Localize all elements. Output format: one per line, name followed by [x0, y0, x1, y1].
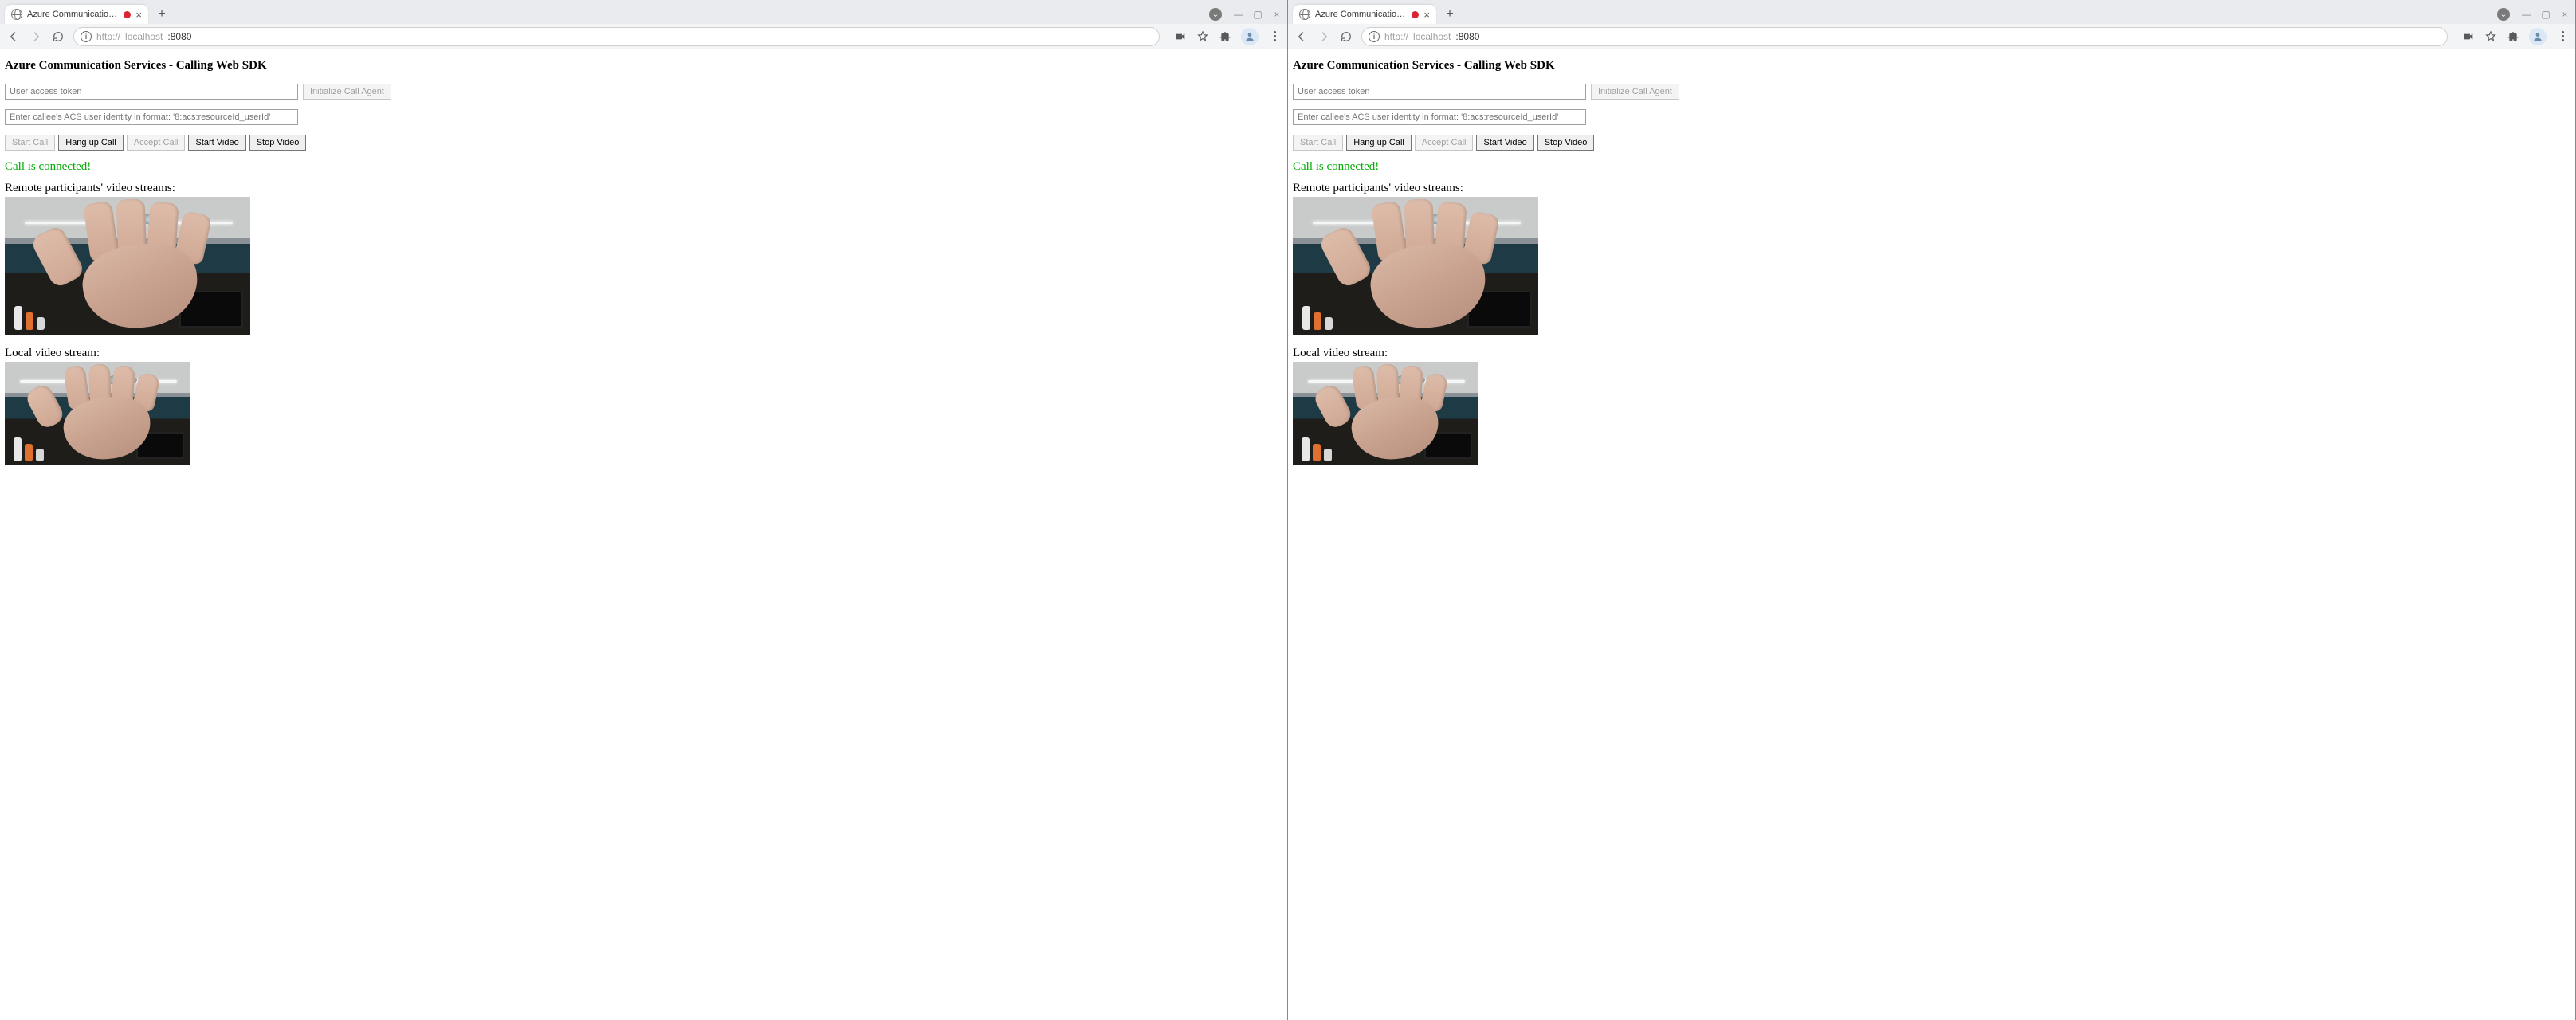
browser-window-left: Azure Communication Servic × + ⌄ — ▢ × i: [0, 0, 1288, 1020]
tab-title: Azure Communication Servic: [27, 10, 119, 19]
forward-button[interactable]: [1317, 29, 1331, 44]
page-title: Azure Communication Services - Calling W…: [5, 59, 1282, 73]
tab-strip: Azure Communication Servic × +: [0, 5, 1204, 24]
call-status-text: Call is connected!: [1293, 160, 2570, 174]
user-access-token-input[interactable]: [1293, 84, 1586, 100]
url-host: localhost: [1413, 31, 1451, 42]
browser-toolbar: i http:// localhost :8080: [1288, 24, 2575, 49]
browser-tab[interactable]: Azure Communication Servic ×: [1293, 5, 1436, 24]
hang-up-call-button[interactable]: Hang up Call: [58, 135, 124, 151]
call-button-row: Start Call Hang up Call Accept Call Star…: [5, 135, 1282, 151]
callee-row: [1293, 109, 2570, 125]
tab-search-icon[interactable]: ⌄: [2497, 8, 2510, 21]
remote-streams-label: Remote participants' video streams:: [1293, 182, 2570, 195]
profile-icon[interactable]: [1241, 28, 1259, 45]
back-button[interactable]: [6, 29, 21, 44]
title-bar-right: ⌄ — ▢ ×: [2492, 5, 2575, 24]
stop-video-button[interactable]: Stop Video: [249, 135, 307, 151]
callee-row: [5, 109, 1282, 125]
call-status-text: Call is connected!: [5, 160, 1282, 174]
page-title: Azure Communication Services - Calling W…: [1293, 59, 2570, 73]
recording-indicator-icon: [124, 11, 131, 18]
site-info-icon[interactable]: i: [1368, 31, 1380, 42]
bookmark-star-icon[interactable]: [1196, 30, 1209, 43]
url-protocol: http://: [96, 31, 120, 42]
tab-strip: Azure Communication Servic × +: [1288, 5, 2492, 24]
callee-identity-input[interactable]: [1293, 109, 1586, 125]
extensions-icon[interactable]: [1219, 30, 1231, 43]
window-maximize-icon[interactable]: ▢: [1252, 9, 1263, 20]
globe-icon: [11, 9, 22, 20]
url-port: :8080: [167, 31, 191, 42]
accept-call-button[interactable]: Accept Call: [1415, 135, 1474, 151]
menu-icon[interactable]: [1268, 30, 1281, 43]
page-content: Azure Communication Services - Calling W…: [0, 49, 1287, 1020]
address-bar[interactable]: i http:// localhost :8080: [73, 27, 1160, 46]
tab-title: Azure Communication Servic: [1315, 10, 1407, 19]
local-stream-label: Local video stream:: [5, 347, 1282, 360]
browser-toolbar: i http:// localhost :8080: [0, 24, 1287, 49]
tab-search-icon[interactable]: ⌄: [1209, 8, 1222, 21]
window-close-icon[interactable]: ×: [2559, 9, 2570, 20]
url-host: localhost: [125, 31, 163, 42]
tab-close-icon[interactable]: ×: [1423, 10, 1430, 20]
stop-video-button[interactable]: Stop Video: [1537, 135, 1595, 151]
reload-button[interactable]: [51, 29, 65, 44]
local-stream-label: Local video stream:: [1293, 347, 2570, 360]
remote-streams-label: Remote participants' video streams:: [5, 182, 1282, 195]
title-bar: Azure Communication Servic × + ⌄ — ▢ ×: [1288, 0, 2575, 24]
toolbar-right: [1168, 28, 1281, 45]
token-row: Initialize Call Agent: [5, 84, 1282, 100]
remote-video-stream: [1293, 197, 1538, 335]
back-button[interactable]: [1294, 29, 1309, 44]
start-video-button[interactable]: Start Video: [188, 135, 245, 151]
title-bar-right: ⌄ — ▢ ×: [1204, 5, 1287, 24]
local-video-stream: [1293, 362, 1478, 465]
start-call-button[interactable]: Start Call: [1293, 135, 1343, 151]
window-minimize-icon[interactable]: —: [2521, 9, 2532, 20]
url-port: :8080: [1455, 31, 1479, 42]
browser-window-right: Azure Communication Servic × + ⌄ — ▢ × i: [1288, 0, 2576, 1020]
start-video-button[interactable]: Start Video: [1476, 135, 1533, 151]
address-bar[interactable]: i http:// localhost :8080: [1361, 27, 2448, 46]
new-tab-button[interactable]: +: [153, 6, 171, 23]
toolbar-right: [2456, 28, 2569, 45]
recording-indicator-icon: [1412, 11, 1419, 18]
reload-button[interactable]: [1339, 29, 1353, 44]
remote-video-stream: [5, 197, 250, 335]
new-tab-button[interactable]: +: [1441, 6, 1459, 23]
window-maximize-icon[interactable]: ▢: [2540, 9, 2551, 20]
extensions-icon[interactable]: [2507, 30, 2519, 43]
window-controls: — ▢ ×: [2515, 9, 2570, 20]
window-minimize-icon[interactable]: —: [1233, 9, 1244, 20]
hang-up-call-button[interactable]: Hang up Call: [1346, 135, 1412, 151]
user-access-token-input[interactable]: [5, 84, 298, 100]
title-bar: Azure Communication Servic × + ⌄ — ▢ ×: [0, 0, 1287, 24]
bookmark-star-icon[interactable]: [2484, 30, 2497, 43]
start-call-button[interactable]: Start Call: [5, 135, 55, 151]
page-content: Azure Communication Services - Calling W…: [1288, 49, 2575, 1020]
local-video-stream: [5, 362, 190, 465]
camera-indicator-icon[interactable]: [1174, 30, 1187, 43]
accept-call-button[interactable]: Accept Call: [127, 135, 186, 151]
callee-identity-input[interactable]: [5, 109, 298, 125]
menu-icon[interactable]: [2556, 30, 2569, 43]
call-button-row: Start Call Hang up Call Accept Call Star…: [1293, 135, 2570, 151]
forward-button[interactable]: [29, 29, 43, 44]
url-protocol: http://: [1384, 31, 1408, 42]
initialize-call-agent-button[interactable]: Initialize Call Agent: [303, 84, 391, 100]
token-row: Initialize Call Agent: [1293, 84, 2570, 100]
browser-tab[interactable]: Azure Communication Servic ×: [5, 5, 148, 24]
window-controls: — ▢ ×: [1227, 9, 1282, 20]
profile-icon[interactable]: [2529, 28, 2547, 45]
camera-indicator-icon[interactable]: [2462, 30, 2475, 43]
site-info-icon[interactable]: i: [80, 31, 92, 42]
window-close-icon[interactable]: ×: [1271, 9, 1282, 20]
globe-icon: [1299, 9, 1310, 20]
tab-close-icon[interactable]: ×: [135, 10, 142, 20]
initialize-call-agent-button[interactable]: Initialize Call Agent: [1591, 84, 1679, 100]
